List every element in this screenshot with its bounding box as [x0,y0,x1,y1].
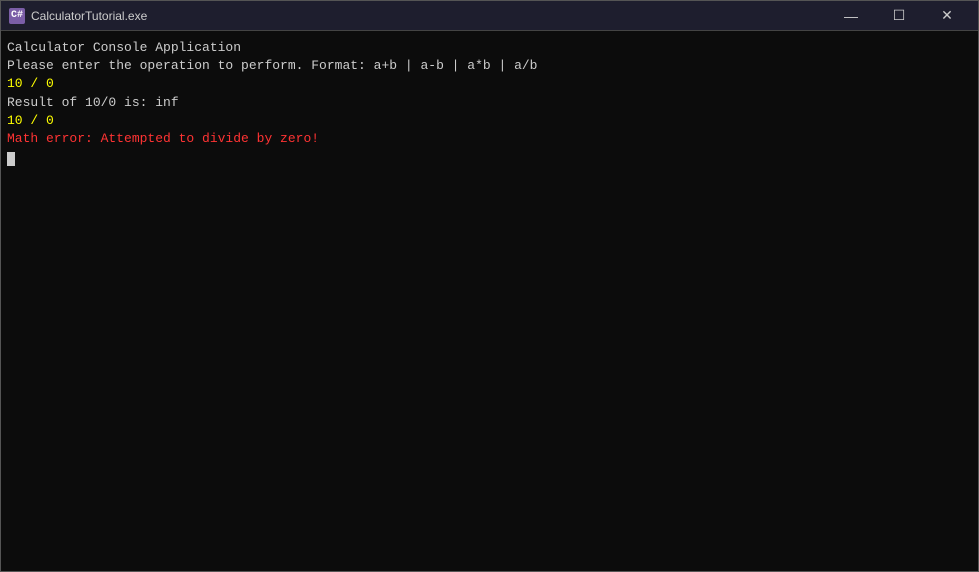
maximize-button[interactable]: ☐ [876,1,922,31]
app-icon: C# [9,8,25,24]
console-cursor [7,152,15,166]
console-cursor-line [7,148,972,166]
app-window: C# CalculatorTutorial.exe — ☐ ✕ Calculat… [0,0,979,572]
console-line: Calculator Console Application [7,39,972,57]
console-area: Calculator Console ApplicationPlease ent… [1,31,978,571]
window-title: CalculatorTutorial.exe [31,9,147,23]
close-button[interactable]: ✕ [924,1,970,31]
title-bar-left: C# CalculatorTutorial.exe [9,8,147,24]
console-line: Math error: Attempted to divide by zero! [7,130,972,148]
console-line: 10 / 0 [7,112,972,130]
console-line: Result of 10/0 is: inf [7,94,972,112]
window-controls: — ☐ ✕ [828,1,970,31]
console-line: 10 / 0 [7,75,972,93]
minimize-button[interactable]: — [828,1,874,31]
console-line: Please enter the operation to perform. F… [7,57,972,75]
title-bar: C# CalculatorTutorial.exe — ☐ ✕ [1,1,978,31]
